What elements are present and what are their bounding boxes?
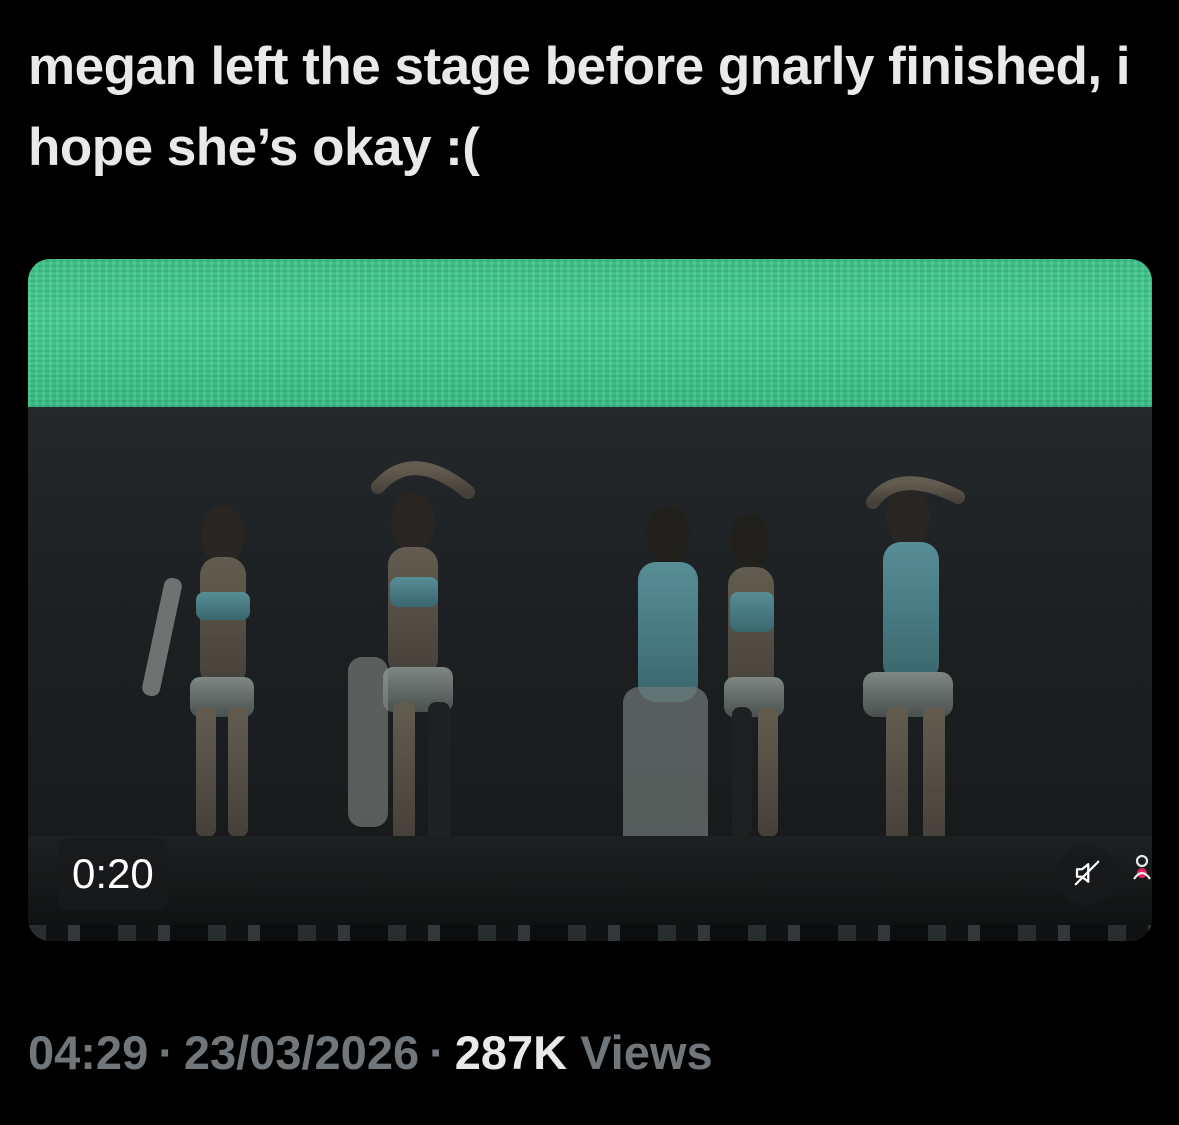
- speaker-muted-icon: [1072, 858, 1102, 893]
- stage-scene: [28, 407, 1152, 941]
- views-count[interactable]: 287K: [455, 1026, 567, 1079]
- stage-led-screen: [28, 259, 1152, 407]
- mute-toggle-button[interactable]: [1057, 845, 1117, 905]
- tweet-text: megan left the stage before gnarly finis…: [28, 37, 1131, 178]
- tweet-meta: 04:29 · 23/03/2026 · 287K Views: [28, 1020, 713, 1086]
- video-player[interactable]: 0:20: [28, 259, 1152, 941]
- person-icon: [1132, 849, 1152, 889]
- stage-lights: [28, 925, 1152, 941]
- meta-separator: ·: [429, 1026, 445, 1079]
- performer-5: [863, 476, 965, 847]
- performer-3: [623, 505, 708, 857]
- performer-2: [348, 461, 475, 842]
- performer-1: [142, 505, 254, 837]
- video-duration-badge: 0:20: [58, 838, 168, 910]
- meta-separator: ·: [158, 1026, 174, 1079]
- views-label: Views: [580, 1026, 713, 1079]
- tweet-date[interactable]: 23/03/2026: [184, 1026, 419, 1079]
- performer-4: [724, 514, 784, 837]
- tweet-time[interactable]: 04:29: [28, 1026, 148, 1079]
